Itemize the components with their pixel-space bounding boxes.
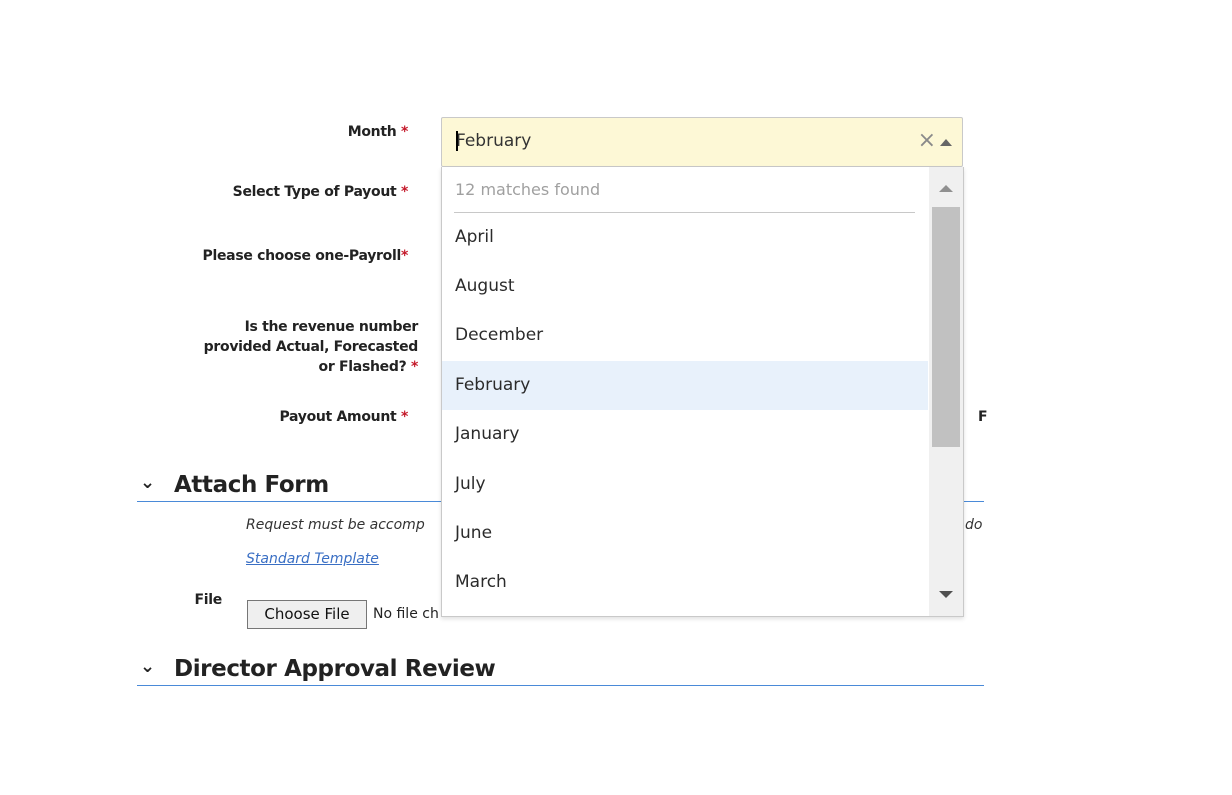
section-divider — [137, 685, 984, 686]
option-december[interactable]: December — [442, 311, 928, 360]
month-label: Month * — [347, 124, 409, 140]
attach-form-title[interactable]: Attach Form — [174, 472, 329, 498]
option-july[interactable]: July — [442, 460, 928, 509]
right-column-label-fragment: F — [978, 409, 988, 425]
option-january[interactable]: January — [442, 410, 928, 459]
option-march[interactable]: March — [442, 558, 928, 607]
chevron-down-icon[interactable]: ⌄ — [140, 472, 155, 493]
scroll-down-arrow-icon[interactable] — [939, 591, 953, 598]
attach-instructions-tail: do — [965, 517, 983, 533]
revenue-label: Is the revenue number provided Actual, F… — [203, 319, 419, 375]
scrollbar-thumb[interactable] — [932, 207, 960, 447]
file-label: File — [194, 592, 223, 608]
month-dropdown: 12 matches found April August December F… — [441, 167, 964, 617]
payroll-label: Please choose one-Payroll* — [202, 248, 409, 264]
option-april[interactable]: April — [442, 213, 928, 262]
month-input[interactable]: February — [456, 131, 531, 151]
clear-icon[interactable]: × — [918, 128, 936, 153]
choose-file-button[interactable]: Choose File — [247, 600, 367, 629]
option-august[interactable]: August — [442, 262, 928, 311]
payout-amount-label: Payout Amount * — [279, 409, 408, 425]
no-file-chosen-text: No file ch — [373, 606, 439, 622]
chevron-down-icon[interactable]: ⌄ — [140, 656, 155, 677]
matches-count: 12 matches found — [455, 180, 601, 199]
option-june[interactable]: June — [442, 509, 928, 558]
scroll-up-arrow-icon[interactable] — [939, 185, 953, 192]
payout-type-label: Select Type of Payout * — [232, 184, 409, 200]
collapse-arrow-icon[interactable] — [940, 139, 952, 146]
director-approval-title[interactable]: Director Approval Review — [174, 656, 496, 682]
standard-template-link[interactable]: Standard Template — [246, 551, 379, 567]
text-caret — [456, 131, 458, 151]
option-february[interactable]: February — [442, 361, 928, 410]
attach-instructions: Request must be accomp — [246, 517, 425, 533]
dropdown-scrollbar[interactable] — [929, 167, 963, 616]
month-combobox[interactable]: February × — [441, 117, 963, 167]
